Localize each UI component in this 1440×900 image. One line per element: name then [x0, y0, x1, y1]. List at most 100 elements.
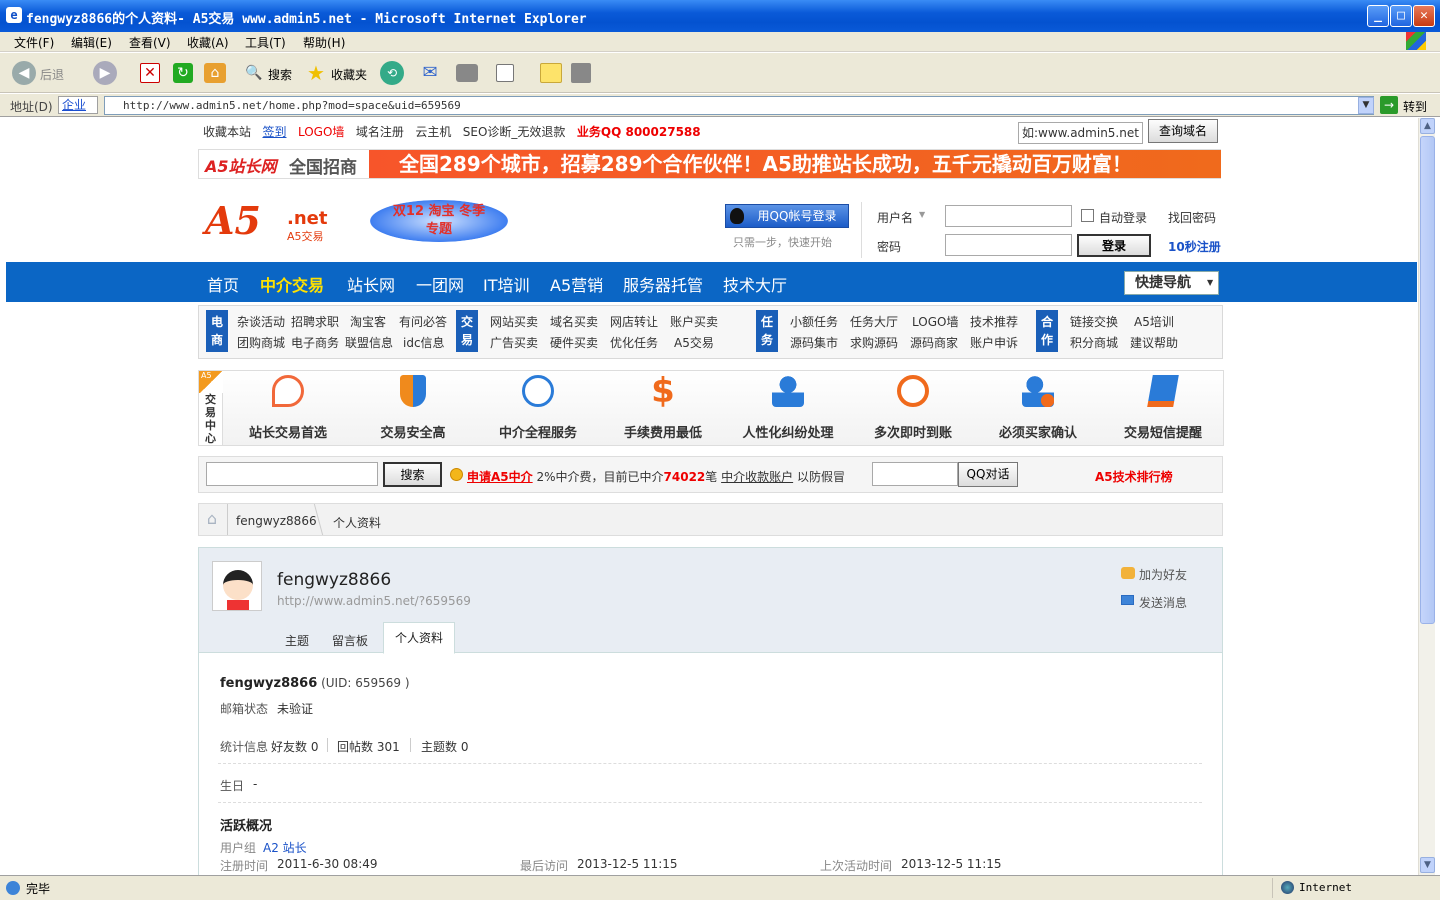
- cat-link[interactable]: 任务大厅: [850, 313, 898, 330]
- stat-friends[interactable]: 好友数 0: [271, 738, 318, 755]
- nav-marketing[interactable]: A5营销: [550, 272, 603, 296]
- go-arrow-icon[interactable]: →: [1380, 96, 1398, 114]
- scroll-down-icon[interactable]: ▼: [1420, 857, 1435, 873]
- cat-link[interactable]: 技术推荐: [970, 313, 1018, 330]
- tab-profile[interactable]: 个人资料: [383, 622, 455, 654]
- cat-link[interactable]: 淘宝客: [350, 313, 386, 330]
- feature-item[interactable]: $ 手续费用最低: [613, 372, 713, 442]
- stat-threads[interactable]: 主题数 0: [421, 738, 468, 755]
- quick-nav-button[interactable]: 快捷导航: [1124, 271, 1219, 295]
- apply-agency-link[interactable]: 申请A5中介: [467, 470, 533, 484]
- nav-hosting[interactable]: 服务器托管: [623, 272, 703, 296]
- cat-link[interactable]: 建议帮助: [1130, 334, 1178, 351]
- stat-replies[interactable]: 回帖数 301: [337, 738, 400, 755]
- site-search-input[interactable]: [206, 462, 378, 486]
- username-label[interactable]: 用户名: [877, 209, 913, 226]
- cat-link[interactable]: 积分商城: [1070, 334, 1118, 351]
- profile-space-url[interactable]: http://www.admin5.net/?659569: [277, 594, 471, 608]
- cat-link[interactable]: 招聘求职: [291, 313, 339, 330]
- username-input[interactable]: [945, 205, 1072, 227]
- notes-icon[interactable]: [540, 63, 562, 83]
- password-input[interactable]: [945, 234, 1072, 256]
- cat-link[interactable]: 链接交换: [1070, 313, 1118, 330]
- cat-link[interactable]: 硬件买卖: [550, 334, 598, 351]
- register-link[interactable]: 10秒注册: [1168, 238, 1221, 255]
- recruit-banner[interactable]: A5站长网 全国招商 全国289个城市，招募289个合作伙伴！A5助推站长成功，…: [198, 149, 1221, 179]
- send-message-link[interactable]: 发送消息: [1139, 594, 1187, 611]
- stop-icon[interactable]: ✕: [140, 63, 160, 83]
- home-icon[interactable]: ⌂: [204, 63, 226, 83]
- edit-icon[interactable]: [496, 64, 514, 82]
- forward-arrow-icon[interactable]: ▶: [93, 61, 117, 85]
- nav-agency[interactable]: 中介交易: [260, 272, 324, 296]
- group-value[interactable]: A2 站长: [263, 839, 307, 856]
- cat-link[interactable]: 小额任务: [790, 313, 838, 330]
- menu-tools[interactable]: 工具(T): [245, 34, 286, 51]
- domain-search-input[interactable]: 如:www.admin5.net: [1018, 122, 1143, 144]
- forgot-password-link[interactable]: 找回密码: [1168, 209, 1216, 226]
- avatar[interactable]: [212, 561, 262, 611]
- topbar-bookmark[interactable]: 收藏本站: [203, 125, 251, 139]
- add-friend-link[interactable]: 加为好友: [1139, 566, 1187, 583]
- menu-help[interactable]: 帮助(H): [303, 34, 345, 51]
- cat-link[interactable]: LOGO墙: [912, 313, 958, 330]
- scroll-thumb[interactable]: [1420, 136, 1435, 624]
- search-icon[interactable]: 🔍: [242, 61, 266, 85]
- cat-link[interactable]: 账户买卖: [670, 313, 718, 330]
- promo-badge[interactable]: 双12 淘宝 冬季专题: [370, 200, 508, 242]
- menu-edit[interactable]: 编辑(E): [71, 34, 112, 51]
- messenger-icon[interactable]: [571, 63, 591, 83]
- cat-link[interactable]: 联盟信息: [345, 334, 393, 351]
- search-button-label[interactable]: 搜索: [268, 66, 292, 83]
- feature-item[interactable]: 站长交易首选: [238, 372, 338, 442]
- home-icon[interactable]: ⌂: [201, 504, 223, 535]
- menu-view[interactable]: 查看(V): [129, 34, 171, 51]
- auto-login-checkbox[interactable]: [1081, 209, 1094, 222]
- cat-link[interactable]: 电子商务: [291, 334, 339, 351]
- history-icon[interactable]: ⟲: [380, 61, 404, 85]
- agency-account-link[interactable]: 中介收款账户: [721, 470, 793, 484]
- nav-webmaster[interactable]: 站长网: [347, 272, 395, 296]
- nav-tech-hall[interactable]: 技术大厅: [723, 272, 787, 296]
- menu-file[interactable]: 文件(F): [14, 34, 54, 51]
- minimize-button[interactable]: _: [1367, 5, 1389, 27]
- cat-link[interactable]: 求购源码: [850, 334, 898, 351]
- tab-guestbook[interactable]: 留言板: [332, 632, 368, 649]
- nav-home[interactable]: 首页: [207, 272, 239, 296]
- feature-item[interactable]: 必须买家确认: [988, 372, 1088, 442]
- cat-link[interactable]: 团购商城: [237, 334, 285, 351]
- cat-link[interactable]: 源码集市: [790, 334, 838, 351]
- domain-search-button[interactable]: 查询域名: [1148, 119, 1218, 143]
- feature-item[interactable]: 多次即时到账: [863, 372, 963, 442]
- cat-link[interactable]: 网站买卖: [490, 313, 538, 330]
- mail-icon[interactable]: ✉: [418, 61, 442, 85]
- refresh-icon[interactable]: ↻: [173, 63, 193, 83]
- vertical-scrollbar[interactable]: ▲ ▼: [1418, 118, 1435, 875]
- tab-threads[interactable]: 主题: [285, 632, 309, 649]
- cat-link[interactable]: idc信息: [403, 334, 445, 351]
- quick-nav-chevron-icon[interactable]: ▼: [1207, 278, 1213, 287]
- username-dropdown-icon[interactable]: ▼: [919, 210, 925, 219]
- topbar-cloud[interactable]: 云主机: [415, 125, 451, 139]
- address-input[interactable]: http://www.admin5.net/home.php?mod=space…: [104, 96, 1374, 115]
- site-logo[interactable]: A5 .net A5交易: [205, 198, 327, 244]
- feature-item[interactable]: 交易安全高: [363, 372, 463, 442]
- cat-link[interactable]: 网店转让: [610, 313, 658, 330]
- feature-item[interactable]: 人性化纠纷处理: [738, 372, 838, 442]
- cat-link[interactable]: 广告买卖: [490, 334, 538, 351]
- cat-link[interactable]: 有问必答: [399, 313, 447, 330]
- cat-link[interactable]: A5培训: [1134, 313, 1174, 330]
- qq-chat-button[interactable]: QQ对话: [958, 462, 1018, 487]
- back-arrow-icon[interactable]: ◀: [12, 61, 36, 85]
- site-search-button[interactable]: 搜索: [383, 462, 442, 487]
- qq-chat-input[interactable]: [872, 462, 958, 486]
- cat-link[interactable]: 杂谈活动: [237, 313, 285, 330]
- feature-item[interactable]: 中介全程服务: [488, 372, 588, 442]
- topbar-checkin[interactable]: 签到: [262, 125, 286, 139]
- breadcrumb-user[interactable]: fengwyz8866: [236, 514, 317, 528]
- menu-favorites[interactable]: 收藏(A): [187, 34, 229, 51]
- nav-it-training[interactable]: IT培训: [483, 272, 530, 296]
- topbar-domain[interactable]: 域名注册: [356, 125, 404, 139]
- enterprise-dropdown[interactable]: 企业: [58, 96, 98, 114]
- nav-group-buy[interactable]: 一团网: [416, 272, 464, 296]
